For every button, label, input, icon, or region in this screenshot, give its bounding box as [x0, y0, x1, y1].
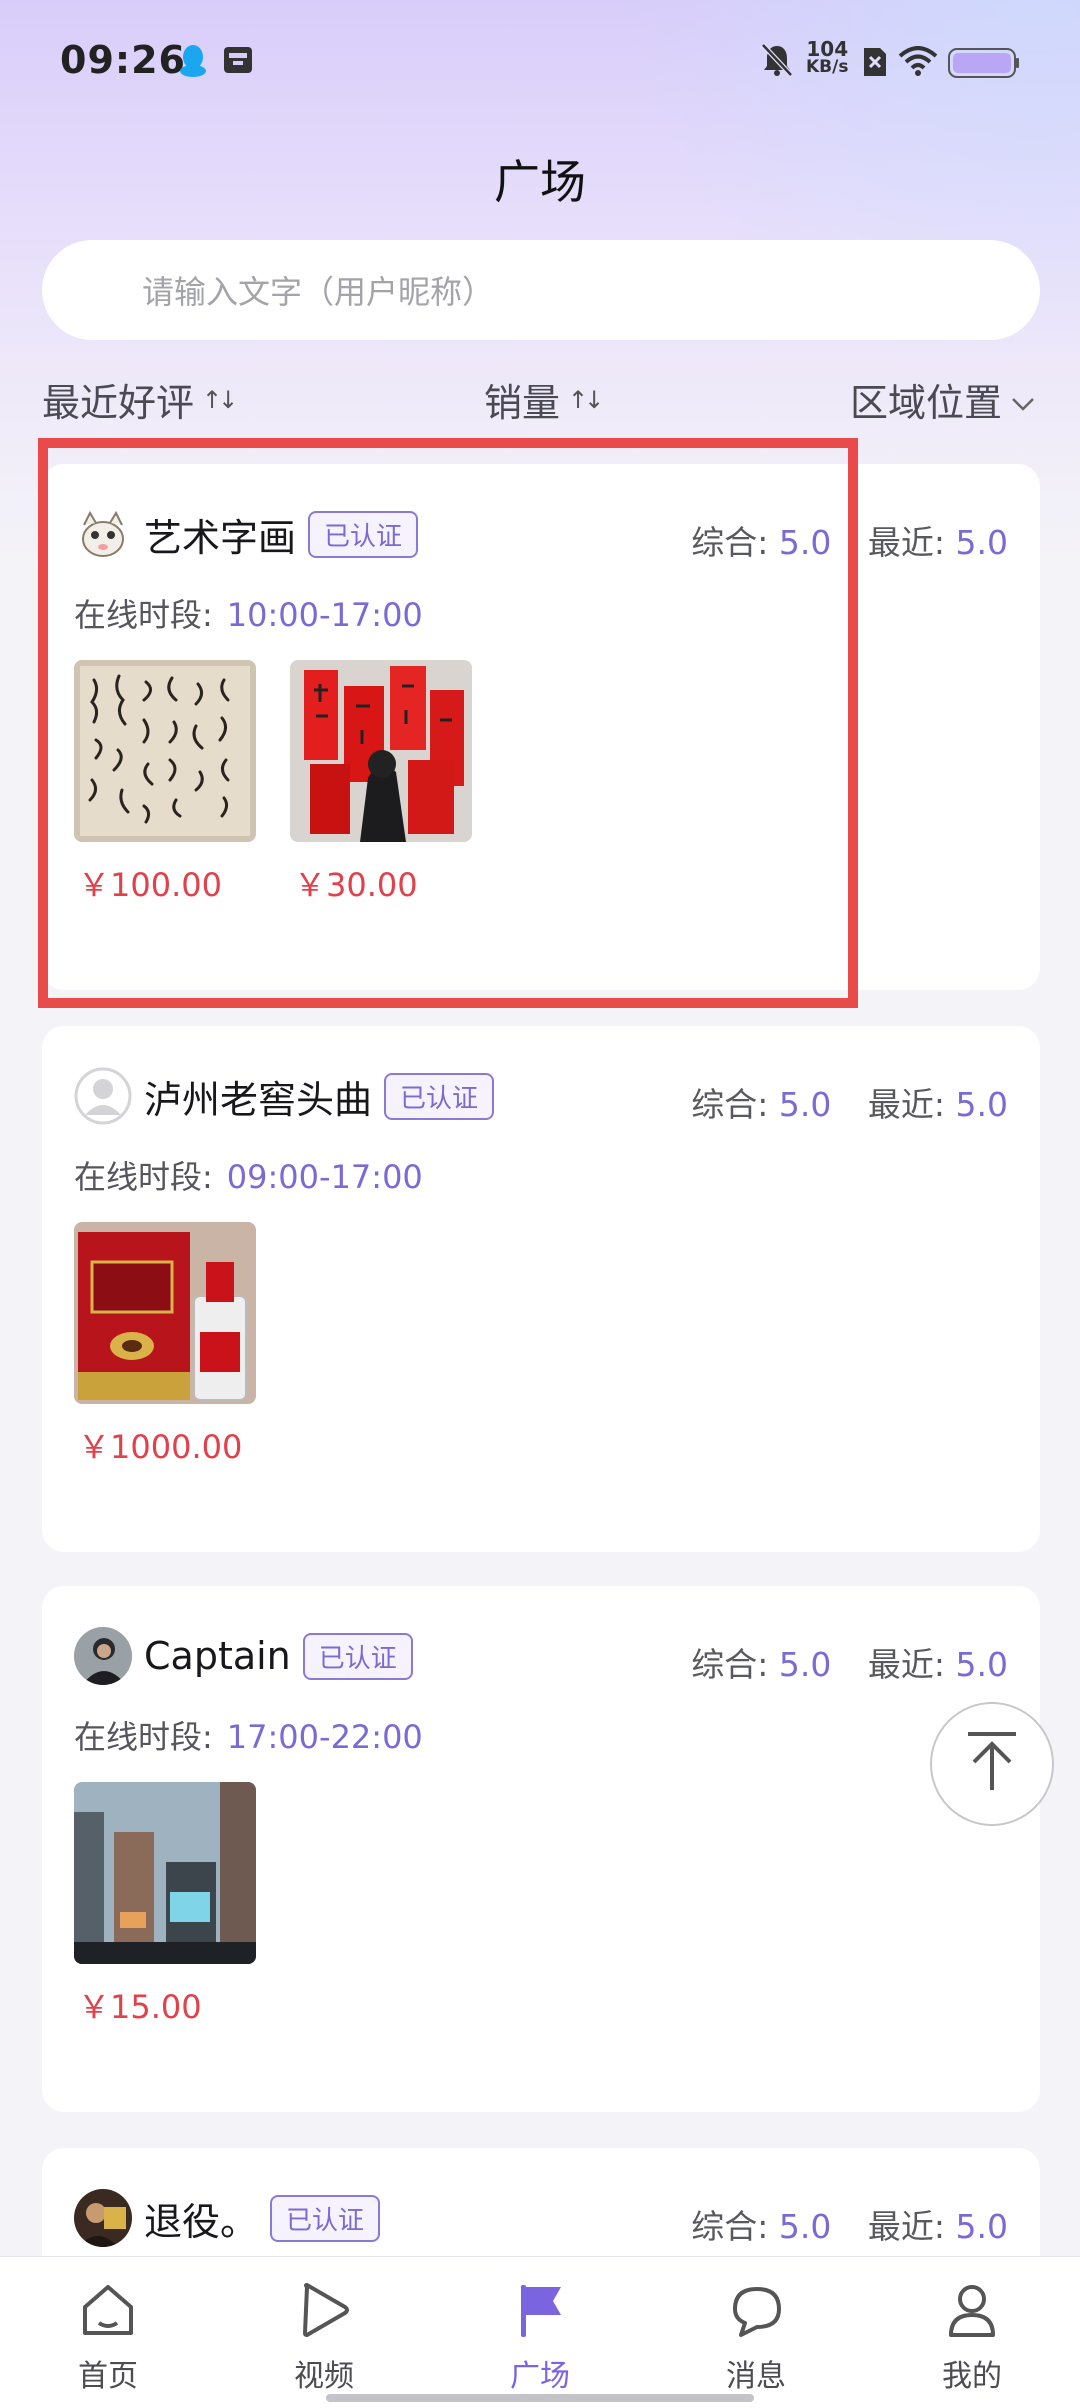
filter-recent-reviews-label: 最近好评 [42, 381, 195, 425]
network-speed-unit: KB/s [806, 57, 849, 77]
online-period: 在线时段: 17:00-22:00 [74, 1712, 423, 1758]
avatar[interactable] [74, 1067, 132, 1125]
tab-video-label: 视频 [294, 2359, 354, 2394]
merchant-name[interactable]: 泸州老窖头曲 [144, 1069, 372, 1124]
verified-badge: 已认证 [270, 2194, 381, 2242]
search-input[interactable]: 请输入文字（用户昵称） [142, 267, 494, 313]
status-time: 09:26 [60, 38, 186, 82]
online-period-label: 在线时段: [74, 1158, 213, 1196]
product-image-city[interactable] [74, 1782, 256, 1964]
home-icon [77, 2285, 139, 2345]
sort-arrows-icon: ↑↓ [568, 385, 604, 414]
recent-score: 5.0 [955, 523, 1008, 562]
overall-score: 5.0 [778, 1085, 832, 1124]
tab-message-label: 消息 [726, 2359, 786, 2394]
qq-icon [178, 44, 208, 82]
overall-label: 综合: [691, 1645, 769, 1684]
online-period-value: 09:00-17:00 [226, 1158, 423, 1196]
overall-score: 5.0 [778, 1645, 832, 1684]
recent-label: 最近: [867, 1085, 946, 1124]
page-title: 广场 [494, 155, 586, 209]
mute-bell-icon [760, 42, 794, 82]
product-image-liquor[interactable] [74, 1222, 256, 1404]
recent-score: 5.0 [955, 2207, 1008, 2246]
avatar[interactable] [74, 1627, 132, 1685]
product-list: ￥15.00 [74, 1782, 256, 2028]
flag-icon [509, 2285, 571, 2345]
user-icon [941, 2285, 1003, 2345]
merchant-header: 退役。 已认证 [74, 2188, 381, 2248]
merchant-header: 泸州老窖头曲 已认证 [74, 1066, 495, 1126]
tab-mine[interactable]: 我的 [907, 2279, 1037, 2395]
filter-region[interactable]: 区域位置 [850, 372, 1036, 427]
merchant-scores: 综合: 5.0 最近: 5.0 [691, 1078, 1008, 1126]
merchant-header: Captain 已认证 [74, 1626, 413, 1686]
product-item[interactable]: ￥15.00 [74, 1782, 256, 2028]
sim-off-icon [862, 46, 888, 82]
merchant-scores: 综合: 5.0 最近: 5.0 [691, 2200, 1008, 2248]
play-icon [293, 2283, 355, 2345]
tab-message[interactable]: 消息 [691, 2279, 821, 2395]
overall-label: 综合: [691, 2207, 769, 2246]
recent-score: 5.0 [955, 1645, 1008, 1684]
highlight-box [38, 438, 858, 1008]
home-indicator[interactable] [326, 2394, 754, 2402]
search-bar[interactable]: 请输入文字（用户昵称） [42, 240, 1040, 340]
recent-label: 最近: [867, 523, 946, 562]
product-item[interactable]: ￥1000.00 [74, 1222, 256, 1468]
product-price: ￥15.00 [78, 1988, 202, 2026]
filter-sales[interactable]: 销量 ↑↓ [484, 372, 604, 427]
wallet-icon [222, 44, 254, 80]
bottom-tab-bar: 首页 视频 广场 消息 我的 [0, 2256, 1080, 2408]
merchant-name[interactable]: Captain [144, 1634, 291, 1678]
back-to-top-button[interactable] [930, 1702, 1054, 1826]
overall-score: 5.0 [778, 2207, 832, 2246]
recent-label: 最近: [867, 2207, 946, 2246]
network-speed: 104 KB/s [806, 37, 849, 77]
merchant-card[interactable]: Captain 已认证 综合: 5.0 最近: 5.0 在线时段: 17:00-2… [42, 1586, 1040, 2112]
chevron-down-icon [1010, 378, 1036, 422]
status-bar: 09:26 104 KB/s [0, 0, 1080, 128]
overall-label: 综合: [691, 1085, 769, 1124]
tab-home[interactable]: 首页 [43, 2279, 173, 2395]
sort-arrows-icon: ↑↓ [202, 385, 238, 414]
verified-badge: 已认证 [302, 1632, 413, 1680]
wifi-icon [898, 46, 938, 80]
online-period-label: 在线时段: [74, 1718, 213, 1756]
battery-icon [948, 48, 1020, 82]
arrow-up-to-top-icon [962, 1730, 1022, 1798]
online-period-value: 17:00-22:00 [226, 1718, 423, 1756]
chat-bubble-icon [725, 2287, 787, 2345]
merchant-scores: 综合: 5.0 最近: 5.0 [691, 1638, 1008, 1686]
avatar[interactable] [74, 2189, 132, 2247]
tab-square[interactable]: 广场 [475, 2279, 605, 2395]
filter-region-label: 区域位置 [850, 381, 1003, 425]
network-speed-value: 104 [806, 37, 849, 61]
tab-video[interactable]: 视频 [259, 2279, 389, 2395]
tab-home-label: 首页 [78, 2359, 138, 2394]
tab-square-label: 广场 [510, 2359, 570, 2394]
filter-sales-label: 销量 [484, 381, 561, 425]
product-list: ￥1000.00 [74, 1222, 256, 1468]
recent-score: 5.0 [955, 1085, 1008, 1124]
tab-mine-label: 我的 [942, 2359, 1002, 2394]
product-price: ￥1000.00 [78, 1428, 243, 1466]
merchant-card[interactable]: 泸州老窖头曲 已认证 综合: 5.0 最近: 5.0 在线时段: 09:00-17… [42, 1026, 1040, 1552]
verified-badge: 已认证 [384, 1072, 495, 1120]
merchant-name[interactable]: 退役。 [144, 2191, 258, 2246]
online-period: 在线时段: 09:00-17:00 [74, 1152, 423, 1198]
recent-label: 最近: [867, 1645, 946, 1684]
filter-recent-reviews[interactable]: 最近好评 ↑↓ [42, 372, 238, 427]
filter-bar: 最近好评 ↑↓ 销量 ↑↓ 区域位置 [42, 372, 1040, 438]
